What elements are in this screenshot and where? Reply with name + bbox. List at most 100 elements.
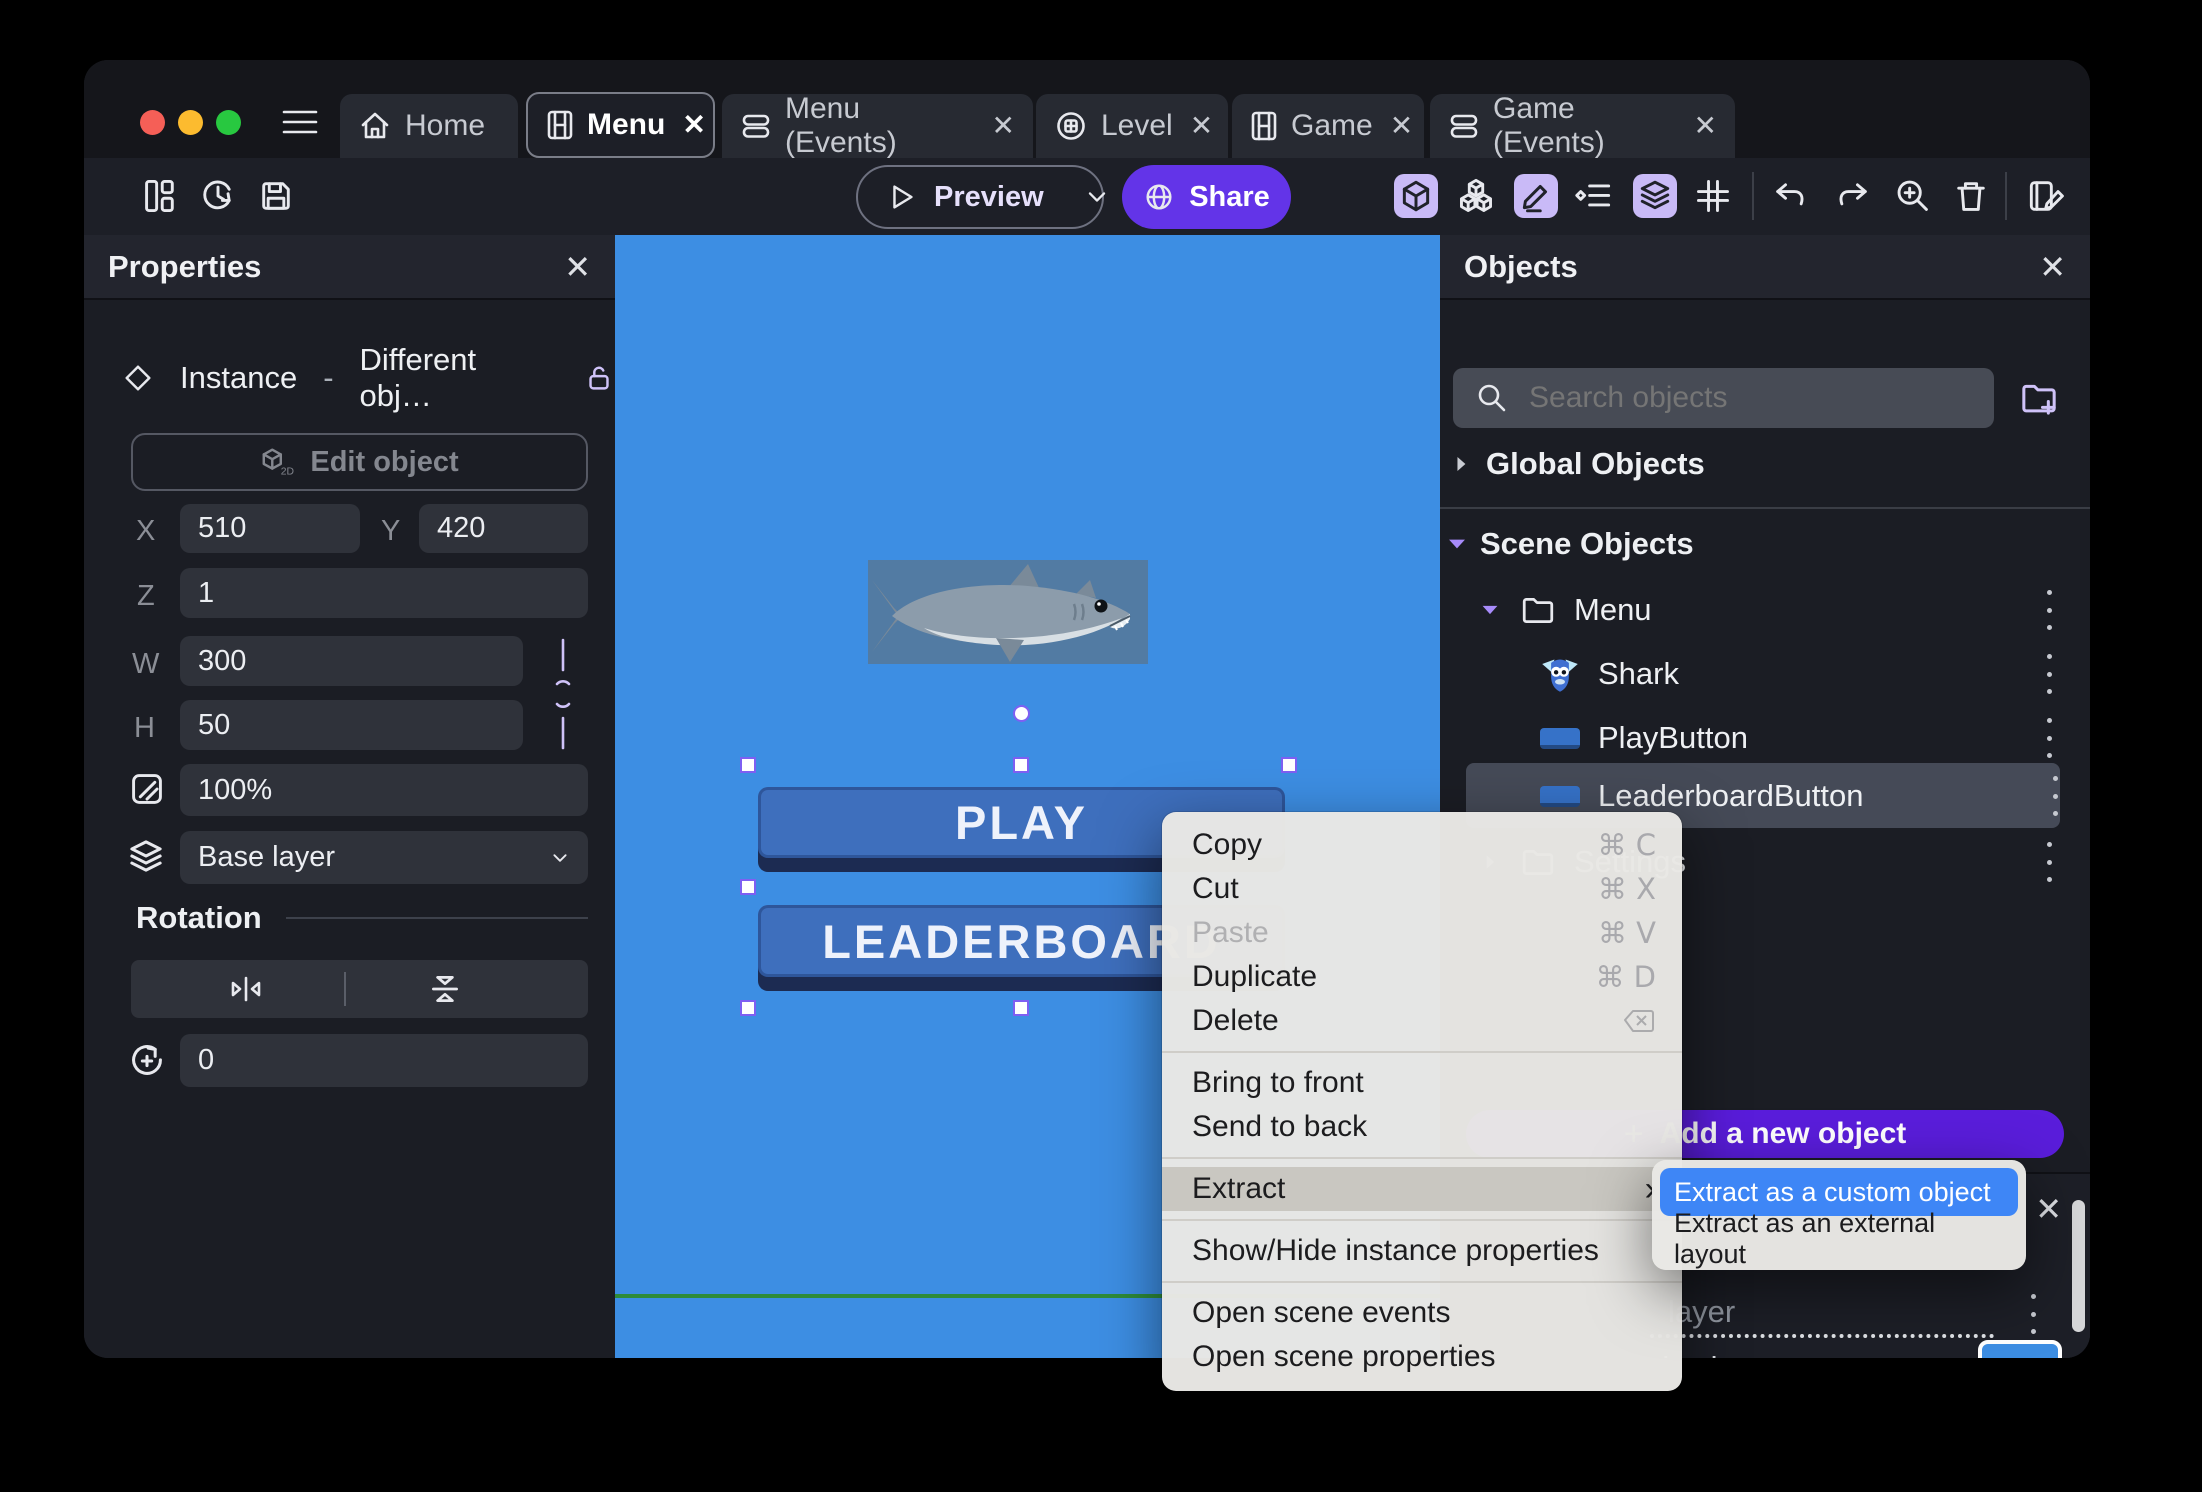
edit-tool-button[interactable]: [1514, 174, 1558, 218]
tab-home[interactable]: Home: [340, 94, 518, 158]
close-icon[interactable]: ✕: [2035, 1190, 2062, 1228]
flip-horizontal-icon[interactable]: [226, 971, 266, 1007]
scene-objects-row[interactable]: Scene Objects: [1442, 522, 1694, 566]
add-folder-icon[interactable]: [2018, 378, 2060, 418]
tab-close-icon[interactable]: ✕: [992, 112, 1015, 140]
instance-properties-button[interactable]: [1571, 174, 1615, 218]
edit-object-button[interactable]: 2D Edit object: [131, 433, 588, 491]
opacity-field[interactable]: [180, 764, 588, 816]
kebab-menu-icon[interactable]: [2028, 1294, 2038, 1334]
menu-item-open-scene-events[interactable]: Open scene events: [1162, 1291, 1682, 1335]
tree-item-playbutton[interactable]: PlayButton: [1540, 712, 1748, 764]
context-menu: Copy ⌘ C Cut ⌘ X Paste ⌘ V Duplicate ⌘ D Del…: [1162, 812, 1682, 1391]
layer-select[interactable]: Base layer: [180, 831, 588, 884]
scrollbar-thumb[interactable]: [2072, 1200, 2085, 1332]
tab-menu[interactable]: Menu ✕: [526, 92, 715, 158]
share-label: Share: [1189, 180, 1270, 213]
layers-tool-button[interactable]: [1633, 174, 1677, 218]
selection-handle-top-right[interactable]: [1281, 757, 1297, 773]
menu-divider: [1162, 1051, 1682, 1053]
h-field[interactable]: [180, 700, 523, 750]
search-box[interactable]: [1453, 368, 1994, 428]
button-thumbnail: [1540, 727, 1580, 749]
close-window-button[interactable]: [140, 110, 165, 135]
home-icon: [358, 109, 392, 143]
close-icon[interactable]: ✕: [564, 248, 591, 286]
rotation-section-header: Rotation: [136, 900, 588, 936]
menu-item-bring-to-front[interactable]: Bring to front: [1162, 1061, 1682, 1105]
leaderboard-button-label: LEADERBOARD: [822, 914, 1221, 968]
z-field[interactable]: [180, 568, 588, 618]
share-button[interactable]: Share: [1122, 165, 1291, 229]
objects-title: Objects: [1464, 248, 1578, 284]
tab-game-events[interactable]: Game (Events) ✕: [1430, 92, 1735, 159]
hamburger-menu-icon[interactable]: [280, 104, 320, 140]
tab-label: Menu: [587, 108, 666, 141]
rotate-icon: [126, 1040, 168, 1082]
redo-button[interactable]: [1831, 174, 1875, 218]
flip-vertical-icon[interactable]: [426, 970, 464, 1008]
objects-panel-header: Objects ✕: [1440, 235, 2090, 300]
menu-item-extract[interactable]: Extract ›: [1162, 1167, 1682, 1211]
menu-item-delete[interactable]: Delete: [1162, 999, 1682, 1043]
chevron-down-icon[interactable]: [1082, 182, 1112, 212]
save-button[interactable]: [254, 174, 298, 218]
shark-sprite[interactable]: [868, 560, 1148, 664]
menu-item-copy[interactable]: Copy ⌘ C: [1162, 823, 1682, 867]
maximize-window-button[interactable]: [216, 110, 241, 135]
menu-item-send-to-back[interactable]: Send to back: [1162, 1105, 1682, 1149]
divider: [1752, 172, 1754, 220]
zoom-in-button[interactable]: [1891, 174, 1935, 218]
kebab-menu-icon[interactable]: [2044, 590, 2054, 630]
tree-folder-menu[interactable]: Menu: [1476, 586, 1652, 634]
menu-item-cut[interactable]: Cut ⌘ X: [1162, 867, 1682, 911]
undo-button[interactable]: [1768, 174, 1812, 218]
kebab-menu-icon[interactable]: [2044, 654, 2054, 694]
menu-item-duplicate[interactable]: Duplicate ⌘ D: [1162, 955, 1682, 999]
objects-3d-tool-button[interactable]: [1394, 174, 1438, 218]
selection-handle-mid-left[interactable]: [740, 879, 756, 895]
global-objects-label: Global Objects: [1486, 446, 1705, 481]
search-input[interactable]: [1527, 380, 1994, 416]
tab-level[interactable]: Level ✕: [1036, 94, 1228, 158]
w-field[interactable]: [180, 636, 523, 686]
tab-close-icon[interactable]: ✕: [1190, 112, 1213, 140]
menu-item-show-hide-instance-properties[interactable]: Show/Hide instance properties: [1162, 1229, 1682, 1273]
background-color-swatch[interactable]: [1978, 1340, 2062, 1358]
tab-game[interactable]: Game ✕: [1232, 94, 1424, 158]
global-objects-row[interactable]: Global Objects: [1446, 442, 1705, 486]
tab-close-icon[interactable]: ✕: [1694, 112, 1717, 140]
history-button[interactable]: [196, 174, 240, 218]
kebab-menu-icon[interactable]: [2050, 776, 2060, 816]
kebab-menu-icon[interactable]: [2044, 718, 2054, 758]
tree-item-shark[interactable]: Shark: [1540, 648, 1679, 700]
tab-menu-events[interactable]: Menu (Events) ✕: [722, 92, 1033, 159]
z-label: Z: [137, 580, 155, 612]
tab-close-icon[interactable]: ✕: [1390, 112, 1413, 140]
link-wh-icon[interactable]: [546, 636, 580, 752]
selection-handle-bottom-left[interactable]: [740, 1000, 756, 1016]
trash-button[interactable]: [1949, 174, 1993, 218]
tab-close-icon[interactable]: ✕: [682, 111, 705, 139]
rotation-field[interactable]: [180, 1034, 588, 1087]
opacity-icon: [128, 770, 166, 808]
kebab-menu-icon[interactable]: [2044, 842, 2054, 882]
rotate-handle[interactable]: [1013, 705, 1030, 722]
toggle-panels-button[interactable]: [138, 174, 182, 218]
layer-select-value: Base layer: [198, 841, 336, 873]
preview-button[interactable]: Preview: [856, 165, 1105, 229]
close-icon[interactable]: ✕: [2039, 248, 2066, 286]
selection-handle-bottom-center[interactable]: [1013, 1000, 1029, 1016]
edit-scene-button[interactable]: [2026, 174, 2070, 218]
unlock-icon[interactable]: [583, 362, 615, 394]
menu-item-open-scene-properties[interactable]: Open scene properties: [1162, 1335, 1682, 1379]
blocks-tool-button[interactable]: [1454, 174, 1498, 218]
selection-handle-top-left[interactable]: [740, 757, 756, 773]
button-thumbnail: [1540, 785, 1580, 807]
selection-handle-top-center[interactable]: [1013, 757, 1029, 773]
minimize-window-button[interactable]: [178, 110, 203, 135]
submenu-item-extract-external-layout[interactable]: Extract as an external layout: [1660, 1208, 2018, 1269]
x-field[interactable]: [180, 504, 360, 553]
grid-tool-button[interactable]: [1691, 174, 1735, 218]
y-field[interactable]: [419, 504, 588, 553]
